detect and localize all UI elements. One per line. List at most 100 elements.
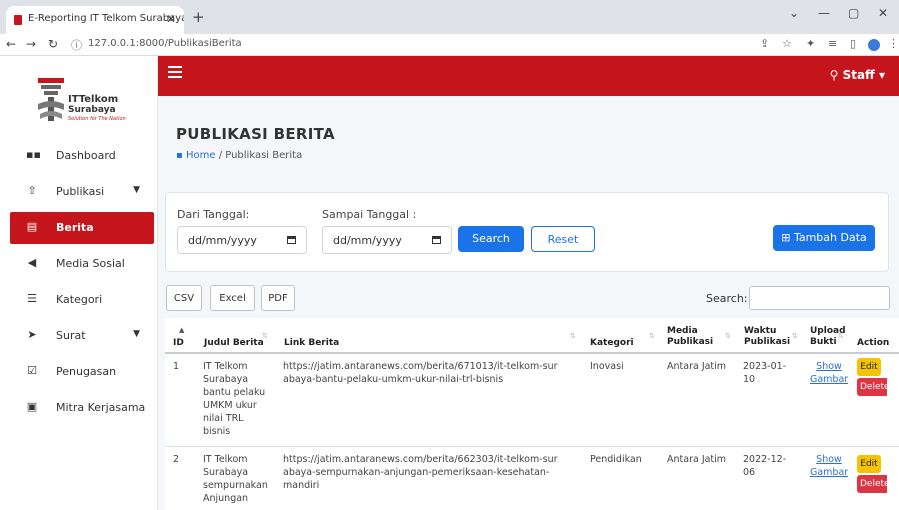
add-data-button[interactable]: ⊞ Tambah Data: [773, 225, 875, 251]
sidebar-item-penugasan[interactable]: ☑ Penugasan: [10, 356, 154, 388]
delete-button[interactable]: Delete: [857, 475, 887, 493]
chevron-down-icon: ▼: [133, 185, 140, 195]
forward-icon[interactable]: →: [26, 37, 36, 51]
list-icon: ☰: [27, 292, 37, 305]
cell-id: 2: [173, 454, 180, 465]
logo-tagline: Solution for The Nation: [68, 116, 126, 122]
col-link[interactable]: Link Berita: [284, 338, 339, 349]
url-field[interactable]: 127.0.0.1:8000/PublikasiBerita: [88, 38, 242, 49]
cell-media: Antara Jatim: [667, 454, 727, 465]
col-waktu[interactable]: Waktu Publikasi: [744, 326, 790, 348]
add-data-label: Tambah Data: [793, 231, 867, 244]
sort-asc-icon[interactable]: ▲: [179, 326, 184, 334]
tab-title: E-Reporting IT Telkom Surabaya: [28, 13, 184, 24]
berita-table: ID ▲ Judul Berita ⇅ Link Berita ⇅ Katego…: [165, 318, 899, 510]
user-menu[interactable]: ⚲ Staff ▾: [830, 68, 885, 82]
sidebar-item-publikasi[interactable]: ⇧ Publikasi ▼: [10, 176, 154, 208]
bookmark-star-icon[interactable]: ☆: [782, 37, 792, 50]
sidebar-item-label: Berita: [56, 221, 94, 234]
cell-media: Antara Jatim: [667, 361, 727, 372]
browser-tab-bar: E-Reporting IT Telkom Surabaya ✕ + ⌄ — ▢…: [0, 0, 899, 34]
calendar-icon[interactable]: [287, 236, 296, 244]
sidebar-item-surat[interactable]: ➤ Surat ▼: [10, 320, 154, 352]
delete-button[interactable]: Delete: [857, 378, 887, 396]
pdf-button[interactable]: PDF: [261, 285, 295, 311]
favicon-icon: [14, 15, 22, 25]
app-header: ⚲ Staff ▾: [158, 56, 899, 96]
show-gambar-link[interactable]: Show Gambar: [810, 360, 848, 386]
cell-kategori: Inovasi: [590, 361, 624, 372]
sort-icon[interactable]: ⇅: [262, 332, 268, 340]
cell-waktu: 2022-12-06: [743, 454, 787, 478]
back-icon[interactable]: ←: [6, 37, 16, 51]
sidebar-item-kategori[interactable]: ☰ Kategori: [10, 284, 154, 316]
hamburger-menu-icon[interactable]: [168, 66, 182, 78]
sidebar-item-label: Media Sosial: [56, 257, 125, 270]
breadcrumb-home-link[interactable]: ▪ Home: [176, 150, 216, 161]
cell-kategori: Pendidikan: [590, 454, 642, 465]
tab-search-icon[interactable]: ⌄: [789, 6, 799, 20]
header-divider: [165, 352, 899, 354]
reload-icon[interactable]: ↻: [48, 37, 58, 51]
from-date-label: Dari Tanggal:: [177, 208, 250, 221]
megaphone-icon: ◀: [27, 256, 37, 269]
upload-icon: ⇧: [27, 184, 37, 197]
user-menu-label: Staff: [842, 68, 875, 82]
col-media[interactable]: Media Publikasi: [667, 326, 719, 348]
maximize-icon[interactable]: ▢: [848, 6, 859, 20]
cell-judul: IT Telkom Surabaya bantu pelaku UMKM uku…: [203, 361, 266, 437]
browser-tab[interactable]: E-Reporting IT Telkom Surabaya ✕: [6, 6, 184, 34]
row-divider: [165, 446, 899, 447]
cell-link: https://jatim.antaranews.com/berita/6623…: [283, 454, 558, 491]
sidebar-item-berita[interactable]: ▤ Berita: [10, 212, 154, 244]
browser-menu-icon[interactable]: ⋮: [888, 37, 899, 50]
sort-icon[interactable]: ⇅: [649, 332, 655, 340]
add-icon: ⊞: [781, 231, 791, 244]
search-button[interactable]: Search: [458, 226, 524, 252]
edit-button[interactable]: Edit: [857, 455, 881, 473]
csv-button[interactable]: CSV: [166, 285, 202, 311]
newspaper-icon: ▤: [26, 220, 38, 233]
minimize-icon[interactable]: —: [818, 6, 830, 20]
sidebar-item-label: Dashboard: [56, 149, 116, 162]
sort-icon[interactable]: ⇅: [725, 332, 731, 340]
table-search-label: Search:: [706, 292, 748, 305]
cell-id: 1: [173, 361, 180, 372]
side-panel-icon[interactable]: ▯: [850, 37, 856, 50]
close-tab-icon[interactable]: ✕: [166, 12, 176, 26]
sidebar-item-dashboard[interactable]: ▪▪ Dashboard: [10, 140, 154, 172]
reset-button[interactable]: Reset: [531, 226, 595, 252]
table-search-input[interactable]: [749, 286, 890, 310]
sort-icon[interactable]: ⇅: [838, 332, 844, 340]
sort-icon[interactable]: ⇅: [792, 332, 798, 340]
profile-avatar[interactable]: [868, 39, 880, 51]
share-icon[interactable]: ⇪: [760, 37, 769, 50]
show-gambar-link[interactable]: Show Gambar: [810, 453, 848, 479]
filter-card: Dari Tanggal: dd/mm/yyyy Sampai Tanggal …: [165, 192, 889, 272]
id-card-icon: ▣: [26, 400, 38, 413]
edit-button[interactable]: Edit: [857, 358, 881, 376]
breadcrumb: ▪ Home / Publikasi Berita: [176, 150, 302, 161]
logo-line2: Surabaya: [68, 105, 116, 115]
to-date-value: dd/mm/yyyy: [333, 234, 402, 247]
user-icon: ⚲: [829, 68, 839, 82]
sidebar-item-mitra-kerjasama[interactable]: ▣ Mitra Kerjasama: [10, 392, 154, 424]
calendar-icon[interactable]: [432, 236, 441, 244]
sidebar-item-media-sosial[interactable]: ◀ Media Sosial: [10, 248, 154, 280]
cell-link: https://jatim.antaranews.com/berita/6710…: [283, 361, 558, 385]
close-window-icon[interactable]: ✕: [878, 6, 888, 20]
from-date-input[interactable]: dd/mm/yyyy: [177, 226, 307, 254]
col-action: Action: [857, 338, 890, 348]
reading-list-icon[interactable]: ≡: [828, 37, 837, 50]
site-info-icon[interactable]: ⓘ: [71, 37, 82, 53]
col-judul[interactable]: Judul Berita: [204, 338, 264, 349]
new-tab-icon[interactable]: +: [192, 8, 205, 26]
breadcrumb-current: / Publikasi Berita: [218, 150, 303, 161]
excel-button[interactable]: Excel: [210, 285, 255, 311]
extensions-icon[interactable]: ✦: [806, 37, 815, 50]
to-date-input[interactable]: dd/mm/yyyy: [322, 226, 452, 254]
sort-icon[interactable]: ⇅: [570, 332, 576, 340]
col-id[interactable]: ID: [173, 338, 184, 349]
col-kategori[interactable]: Kategori: [590, 338, 634, 349]
address-bar: ← → ↻ ⓘ 127.0.0.1:8000/PublikasiBerita ⇪…: [0, 34, 899, 56]
